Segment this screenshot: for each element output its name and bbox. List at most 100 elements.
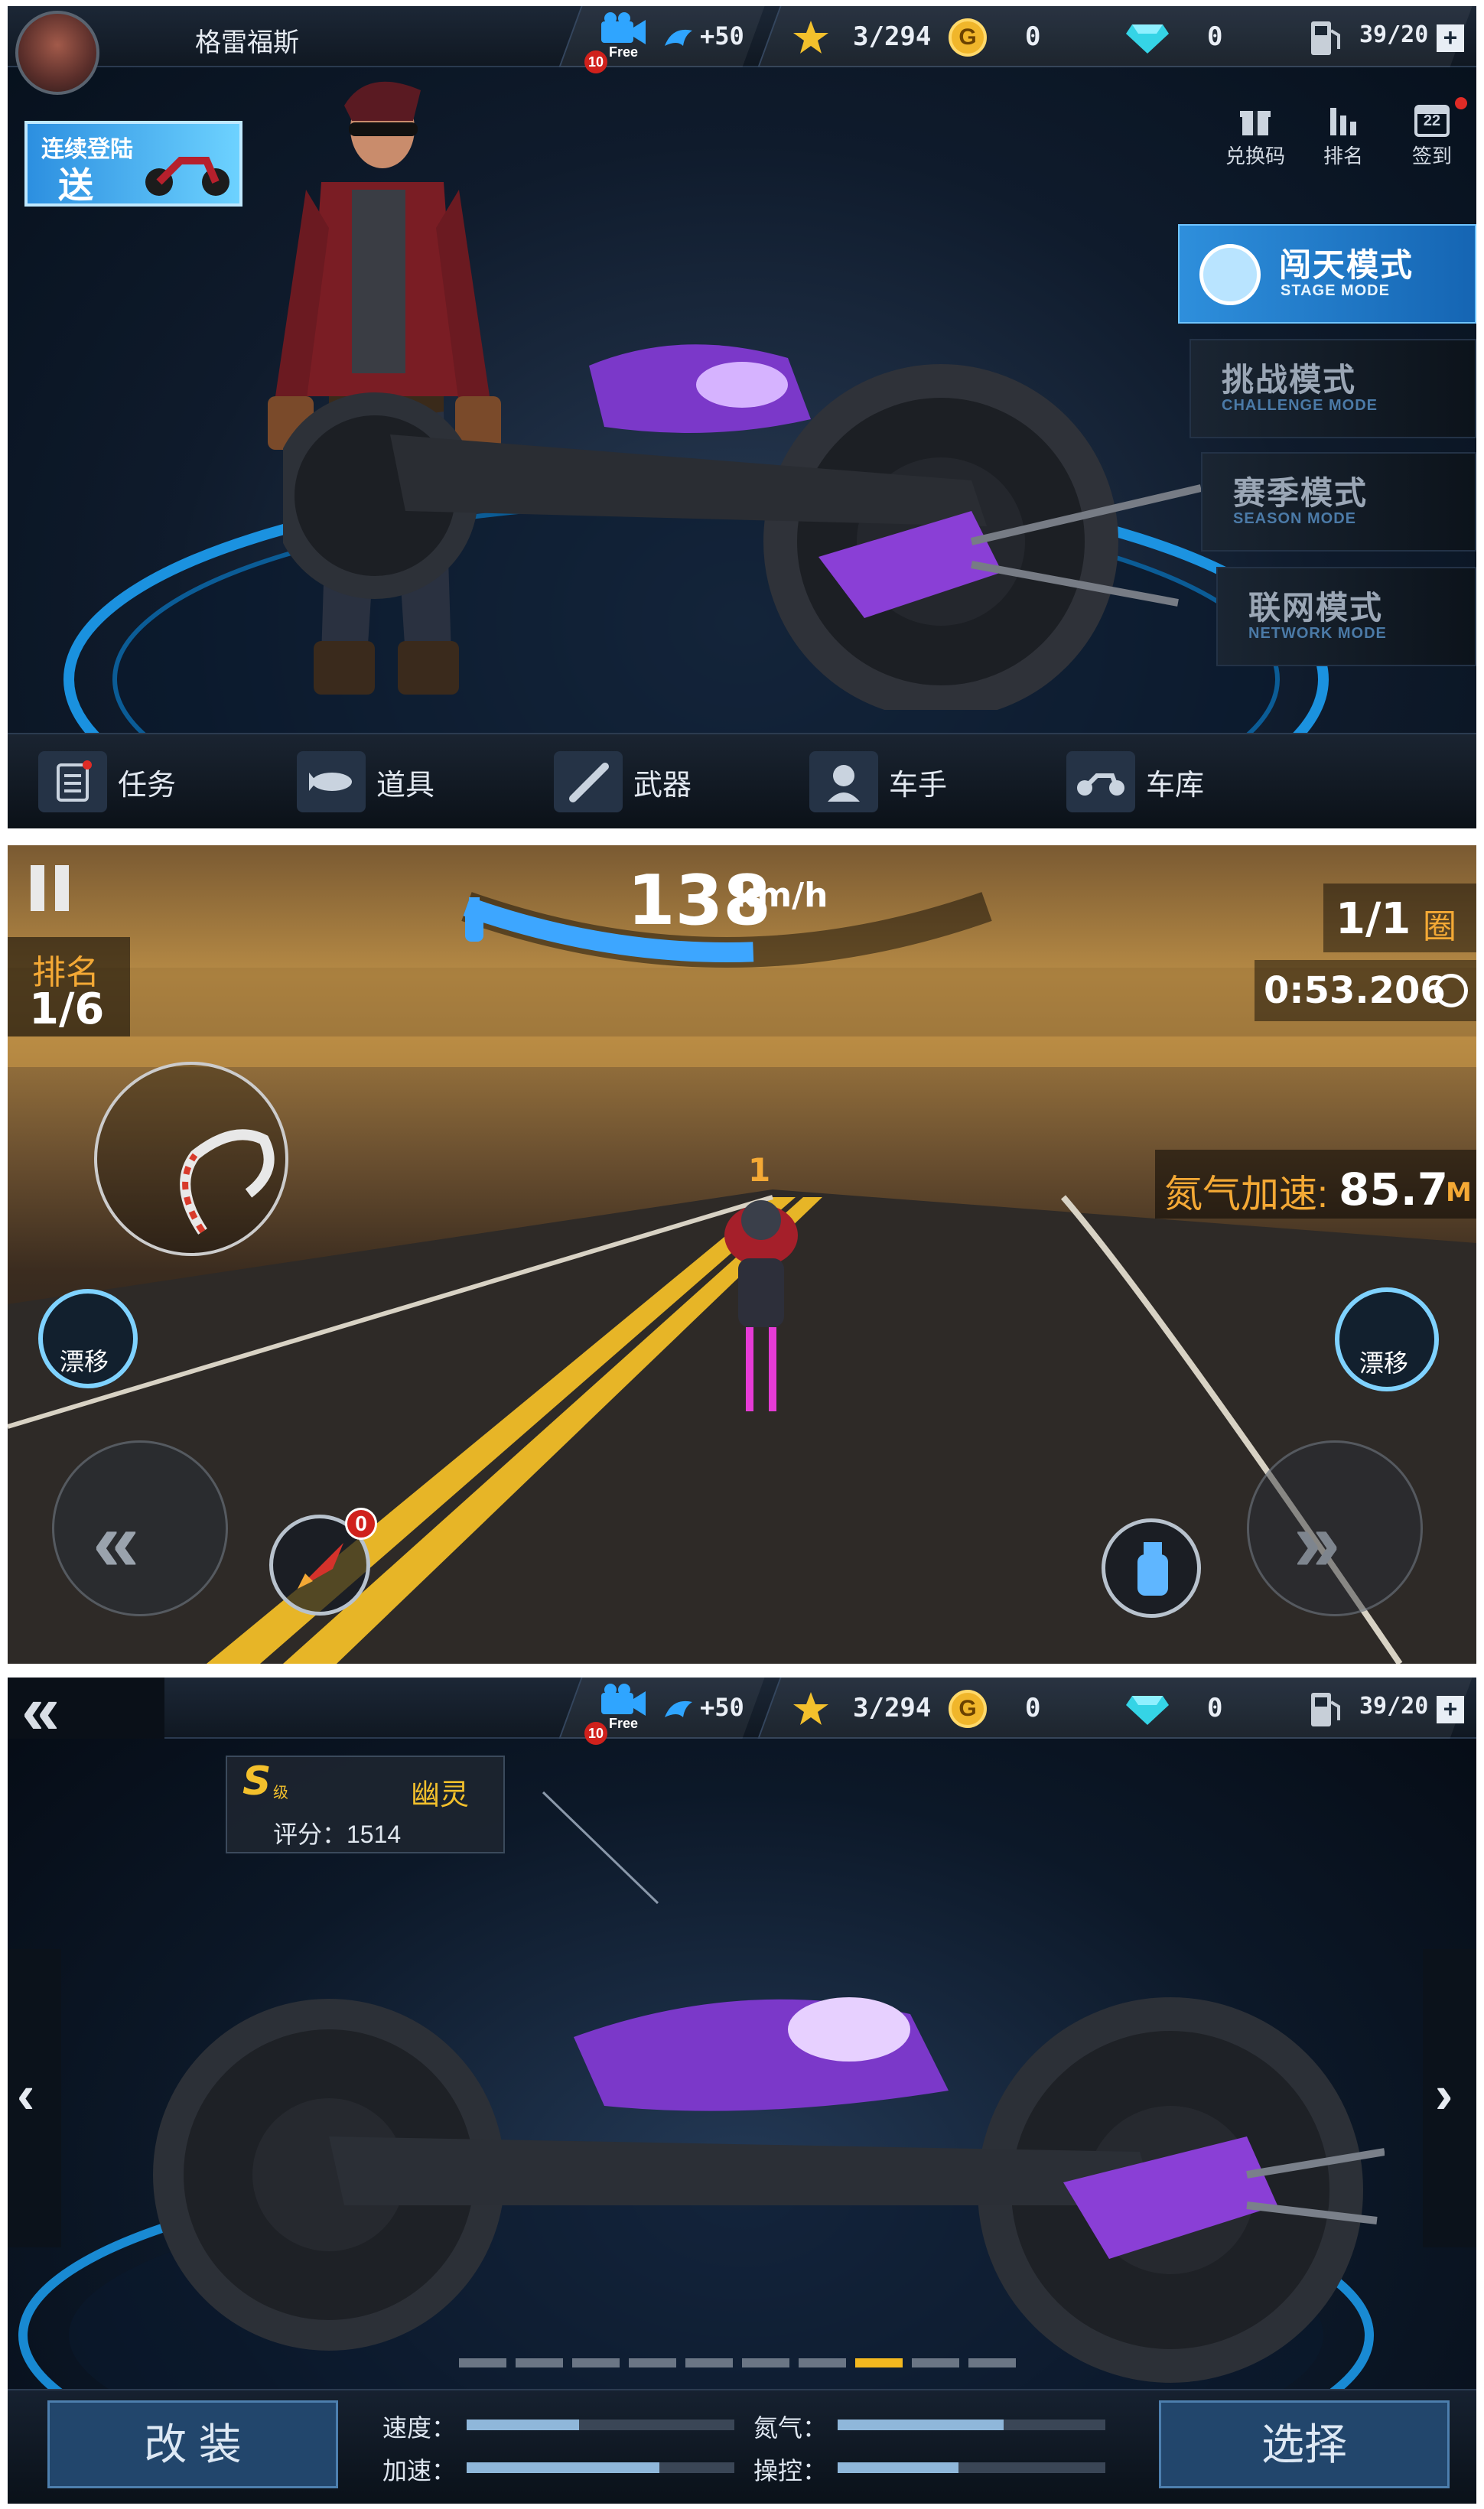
gold-coin-icon: G	[949, 18, 987, 57]
race-screen: 138 km/h 排名 1/6 1/1 圈 0:53.206 氮气加速: 85.…	[8, 845, 1476, 1664]
video-count-badge: 10	[584, 1722, 607, 1745]
nitro-button[interactable]	[1102, 1518, 1201, 1618]
free-video-button[interactable]: Free 10	[584, 11, 650, 73]
quick-link-label: 签到	[1411, 145, 1452, 168]
add-fuel-button[interactable]: +	[1437, 1696, 1464, 1723]
mode-title: 挑战模式	[1222, 362, 1357, 398]
bar-chart-icon	[1330, 108, 1356, 135]
gift-icon	[1240, 111, 1271, 135]
nitro-unit: M	[1446, 1177, 1472, 1208]
mode-subtitle: CHALLENGE MODE	[1222, 397, 1378, 414]
diamond-icon	[1126, 24, 1169, 54]
dolphin-icon	[665, 1700, 692, 1717]
page-dot[interactable]	[685, 2358, 733, 2367]
timer-panel: 0:53.206	[1255, 960, 1476, 1021]
bike-model[interactable]	[145, 1953, 1385, 2397]
rocket-button[interactable]: 0	[269, 1508, 377, 1616]
mode-subtitle: STAGE MODE	[1281, 282, 1390, 299]
task-icon	[38, 751, 107, 812]
nitro-value: 85.7	[1339, 1163, 1449, 1215]
star-icon	[793, 21, 828, 54]
steer-left-button[interactable]: «	[52, 1440, 228, 1616]
select-label: 选择	[1261, 2420, 1347, 2468]
mode-season-button[interactable]: 赛季模式 SEASON MODE	[1201, 452, 1476, 552]
video-camera-icon	[601, 1684, 646, 1716]
nav-label: 道具	[376, 769, 435, 802]
quick-link-redeem[interactable]: 兑换码	[1222, 102, 1288, 178]
bat-icon	[554, 751, 623, 812]
drift-right-button[interactable]: 漂移	[1335, 1287, 1439, 1391]
stat-speed-bar	[467, 2420, 734, 2430]
page-dot[interactable]	[912, 2358, 959, 2367]
rocket-icon	[298, 1543, 343, 1589]
fuel-pump-icon	[1311, 21, 1340, 55]
star-icon	[793, 1692, 828, 1725]
stat-handling-bar	[838, 2462, 1105, 2473]
bike-pagination	[459, 2358, 1040, 2369]
add-fuel-button[interactable]: +	[1437, 24, 1464, 52]
video-count-badge: 10	[584, 50, 607, 73]
diamond-icon	[1126, 1696, 1169, 1725]
gold-value: 0	[1025, 21, 1041, 52]
steer-right-button[interactable]: »	[1247, 1440, 1423, 1616]
quick-link-label: 兑换码	[1225, 145, 1285, 168]
next-bike-button[interactable]: ›	[1423, 1949, 1476, 2247]
stat-accel-bar	[467, 2462, 734, 2473]
mode-challenge-button[interactable]: 挑战模式 CHALLENGE MODE	[1189, 339, 1476, 438]
free-label: Free	[609, 44, 639, 60]
back-button[interactable]: «	[8, 1678, 164, 1749]
drift-left-button[interactable]: 漂移	[38, 1289, 138, 1388]
nav-items[interactable]: 道具	[297, 751, 434, 812]
page-dot[interactable]	[572, 2358, 620, 2367]
stat-nitro-label: 氮气：	[753, 2414, 828, 2442]
prev-bike-button[interactable]: ‹	[8, 1949, 61, 2247]
quick-link-label: 排名	[1323, 145, 1363, 168]
nav-riders[interactable]: 车手	[809, 751, 947, 812]
page-dot[interactable]	[629, 2358, 676, 2367]
quick-link-signin[interactable]: 22 签到	[1401, 97, 1467, 178]
stat-handling-label: 操控：	[753, 2457, 828, 2485]
modify-label: 改 装	[144, 2420, 242, 2468]
stat-nitro-bar	[838, 2420, 1105, 2430]
page-dot[interactable]	[742, 2358, 789, 2367]
speed-unit: km/h	[734, 876, 828, 915]
quick-link-ranking[interactable]: 排名	[1313, 102, 1374, 178]
nav-weapons[interactable]: 武器	[554, 751, 692, 812]
pause-button[interactable]	[24, 861, 80, 916]
page-dot[interactable]	[516, 2358, 563, 2367]
player-avatar[interactable]	[15, 11, 99, 95]
rider-icon	[809, 751, 878, 812]
nav-label: 车库	[1146, 769, 1205, 802]
rank-value: 1/6	[29, 984, 105, 1034]
stopwatch-icon	[1434, 974, 1468, 1007]
grade-badge: S	[242, 1759, 272, 1804]
video-camera-icon	[601, 12, 646, 44]
bike-info-card: S 级 幽灵 评分：1514	[226, 1756, 505, 1853]
page-dot[interactable]	[799, 2358, 846, 2367]
page-dot[interactable]	[855, 2358, 903, 2367]
chevron-left-icon: ‹	[17, 2065, 35, 2124]
modify-button[interactable]: 改 装	[47, 2400, 338, 2488]
nav-garage[interactable]: 车库	[1066, 751, 1204, 812]
stage-mode-icon	[1199, 244, 1261, 305]
chevron-right-icon: »	[1294, 1495, 1341, 1589]
calendar-day: 22	[1423, 112, 1441, 129]
free-video-button[interactable]: Free 10	[584, 1682, 650, 1745]
motorcycle-model	[283, 344, 1201, 710]
bonus-value: +50	[700, 1693, 744, 1722]
rank-panel: 排名 1/6	[8, 937, 130, 1036]
grade-suffix: 级	[273, 1785, 288, 1801]
nitro-panel: 氮气加速: 85.7 M	[1155, 1150, 1476, 1219]
select-button[interactable]: 选择	[1159, 2400, 1450, 2488]
page-dot[interactable]	[459, 2358, 506, 2367]
login-reward-banner[interactable]: 连续登陆 送	[24, 121, 242, 207]
page-dot[interactable]	[968, 2358, 1016, 2367]
nav-task[interactable]: 任务	[38, 751, 176, 812]
timer-value: 0:53.206	[1264, 969, 1446, 1012]
nav-label: 车手	[889, 769, 948, 802]
mode-stage-button[interactable]: 闯天模式 STAGE MODE	[1178, 224, 1476, 324]
bonus-value: +50	[700, 21, 744, 50]
stars-value: 3/294	[853, 1693, 932, 1723]
missile-icon	[297, 751, 366, 812]
mode-network-button[interactable]: 联网模式 NETWORK MODE	[1216, 567, 1476, 666]
